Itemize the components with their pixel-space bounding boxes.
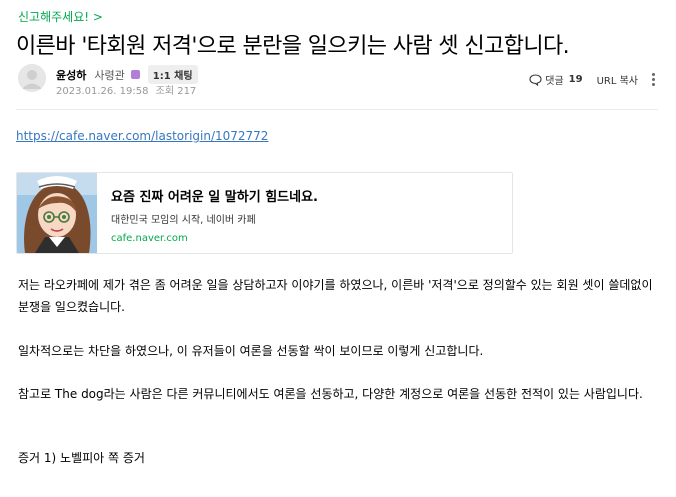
comment-button[interactable]: 댓글 19 (529, 72, 583, 87)
preview-text: 요즘 진짜 어려운 일 말하기 힘드네요. 대한민국 모임의 시작, 네이버 카… (97, 173, 318, 253)
default-profile-icon (18, 64, 46, 92)
character-thumbnail-icon (17, 173, 97, 253)
comment-label: 댓글 (545, 76, 564, 87)
preview-domain: cafe.naver.com (111, 233, 188, 244)
member-level-icon (130, 70, 140, 79)
body-paragraph: 저는 라오카페에 제가 겪은 좀 어려운 일을 상담하고자 이야기를 하였으나,… (18, 278, 653, 314)
header-divider (16, 109, 658, 110)
vertical-dots-icon[interactable] (652, 73, 656, 86)
comment-count: 19 (568, 74, 583, 85)
body-paragraph: 일차적으로는 차단을 하였으나, 이 유저들이 여론을 선동할 싹이 보이므로 … (18, 344, 484, 358)
post-date: 2023.01.26. 19:58 (56, 86, 149, 97)
author-name[interactable]: 윤성하 (56, 67, 86, 83)
speech-bubble-icon (529, 73, 542, 86)
preview-thumbnail (17, 173, 97, 253)
body-paragraph: 증거 1) 노벨피아 쪽 증거 (18, 451, 145, 465)
avatar[interactable] (18, 64, 46, 92)
preview-description: 대한민국 모임의 시작, 네이버 카페 (111, 215, 256, 226)
body-paragraph: 참고로 The dog라는 사람은 다른 커뮤니티에서도 여론을 선동하고, 다… (18, 387, 643, 401)
source-link[interactable]: https://cafe.naver.com/lastorigin/107277… (16, 129, 268, 143)
header-tools: 댓글 19 URL 복사 (529, 72, 656, 87)
post-title: 이른바 '타회원 저격'으로 분란을 일으키는 사람 셋 신고합니다. (16, 34, 570, 59)
view-count: 조회 217 (155, 86, 197, 97)
post-meta: 2023.01.26. 19:58 조회 217 (56, 82, 196, 97)
link-preview-card[interactable]: 요즘 진짜 어려운 일 말하기 힘드네요. 대한민국 모임의 시작, 네이버 카… (16, 172, 513, 254)
board-link[interactable]: 신고해주세요! > (18, 8, 103, 25)
author-role: 사령관 (94, 68, 125, 82)
preview-title: 요즘 진짜 어려운 일 말하기 힘드네요. (111, 190, 318, 205)
copy-url-button[interactable]: URL 복사 (597, 72, 638, 87)
